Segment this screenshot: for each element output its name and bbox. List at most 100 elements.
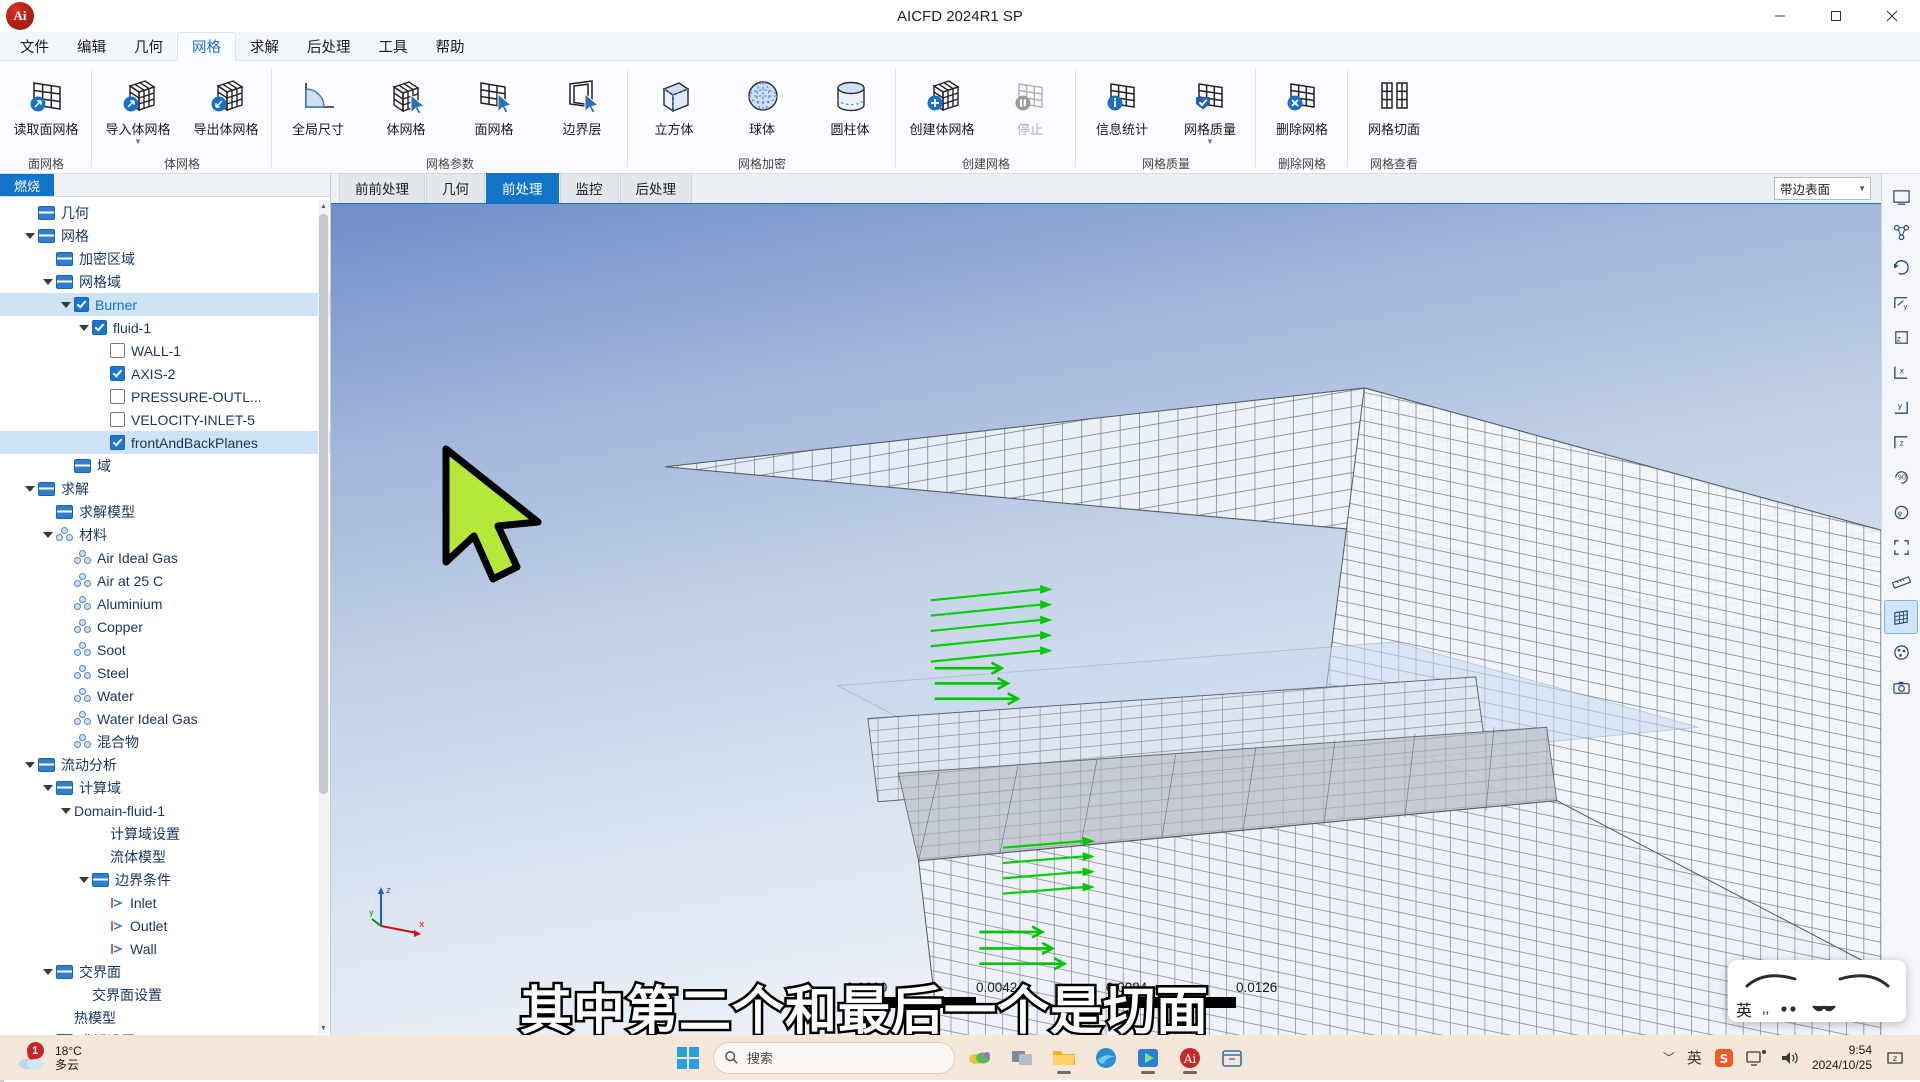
tree-node-checkbox[interactable] xyxy=(110,389,125,404)
rotate-ccw-icon[interactable]: φ xyxy=(1884,495,1918,529)
tree-node[interactable]: Air at 25 C xyxy=(0,569,330,592)
tree-node[interactable]: 计算域 xyxy=(0,776,330,799)
tree-node[interactable]: Wall xyxy=(0,937,330,960)
minimize-button[interactable] xyxy=(1752,0,1808,32)
maximize-button[interactable] xyxy=(1808,0,1864,32)
menu-item-tools[interactable]: 工具 xyxy=(365,32,422,60)
color-palette-icon[interactable] xyxy=(1884,635,1918,669)
menu-item-file[interactable]: 文件 xyxy=(6,32,63,60)
taskbar-weather-widget[interactable]: 1 18°C 多云 xyxy=(18,1040,82,1072)
view-xy-icon[interactable]: y xyxy=(1884,285,1918,319)
view-zx-icon[interactable]: z xyxy=(1884,320,1918,354)
rotate-view-icon[interactable] xyxy=(1884,250,1918,284)
menu-item-mesh[interactable]: 网格 xyxy=(177,32,236,61)
start-button[interactable] xyxy=(671,1041,705,1075)
tree-scroll-thumb[interactable] xyxy=(319,214,328,794)
tree-node[interactable]: 边界条件 xyxy=(0,868,330,891)
tree-expander-icon[interactable] xyxy=(22,761,38,768)
tree-node[interactable]: 计算域设置 xyxy=(0,822,330,845)
close-button[interactable] xyxy=(1864,0,1920,32)
tree-node[interactable]: 交界面设置 xyxy=(0,983,330,1006)
view-neg-z-icon[interactable]: z xyxy=(1884,425,1918,459)
tree-node[interactable]: 几何 xyxy=(0,201,330,224)
tree-expander-icon[interactable] xyxy=(40,278,56,285)
tree-expander-icon[interactable] xyxy=(76,324,92,331)
tree-node[interactable]: Inlet xyxy=(0,891,330,914)
model-tree[interactable]: 几何 网格 加密区域 网格域 Burner fluid-1 WALL-1 AXIS-2 PRES… xyxy=(0,197,330,1036)
read-surface-mesh-button[interactable]: 读取面网格 xyxy=(2,67,90,138)
media-player-icon[interactable] xyxy=(1131,1041,1165,1075)
tree-node[interactable]: 混合物 xyxy=(0,730,330,753)
boundary-layer-button[interactable]: 边界层 xyxy=(538,67,626,138)
tab-preprocess[interactable]: 前处理 xyxy=(486,173,559,203)
tree-node[interactable]: Air Ideal Gas xyxy=(0,546,330,569)
tree-node-checkbox[interactable] xyxy=(74,297,89,312)
tree-expander-icon[interactable] xyxy=(76,876,92,883)
import-volume-mesh-button[interactable]: 导入体网格 ▼ xyxy=(94,67,182,146)
mesh-quality-caret-icon[interactable]: ▼ xyxy=(1206,138,1214,146)
tree-node[interactable]: 流体模型 xyxy=(0,845,330,868)
tree-scroll-down-icon[interactable]: ▼ xyxy=(318,1022,329,1034)
tab-geometry[interactable]: 几何 xyxy=(426,173,485,203)
view-mode-dropdown[interactable]: 带边表面 ▼ xyxy=(1774,177,1871,200)
tab-postprocess[interactable]: 后处理 xyxy=(619,173,692,203)
aicfd-app-icon[interactable]: Ai xyxy=(1173,1041,1207,1075)
tree-node[interactable]: Steel xyxy=(0,661,330,684)
screenshot-icon[interactable] xyxy=(1884,670,1918,704)
rotate-90-icon[interactable]: 90 xyxy=(1884,460,1918,494)
tree-expander-icon[interactable] xyxy=(40,784,56,791)
stop-mesh-button[interactable]: 停止 xyxy=(986,67,1074,138)
tree-expander-icon[interactable] xyxy=(22,232,38,239)
menu-item-geometry[interactable]: 几何 xyxy=(120,32,177,60)
mesh-section-button[interactable]: 网格切面 xyxy=(1350,67,1438,138)
tree-node[interactable]: Outlet xyxy=(0,914,330,937)
view-neg-x-icon[interactable]: x xyxy=(1884,355,1918,389)
tree-node[interactable]: Soot xyxy=(0,638,330,661)
refine-sphere-button[interactable]: 球体 xyxy=(718,67,806,138)
tree-node[interactable]: 网格 xyxy=(0,224,330,247)
file-explorer-icon[interactable] xyxy=(1047,1041,1081,1075)
task-view-icon[interactable] xyxy=(1005,1041,1039,1075)
network-icon[interactable] xyxy=(1746,1049,1768,1067)
tree-expander-icon[interactable] xyxy=(58,807,74,814)
tree-node[interactable]: Burner xyxy=(0,293,330,316)
ime-floating-popup[interactable]: 英 ‚‚ xyxy=(1728,960,1906,1022)
tree-expander-icon[interactable] xyxy=(22,485,38,492)
tree-expander-icon[interactable] xyxy=(40,531,56,538)
tree-node[interactable]: 交界面 xyxy=(0,960,330,983)
mesh-info-button[interactable]: 信息统计 xyxy=(1078,67,1166,138)
widgets-icon[interactable] xyxy=(963,1041,997,1075)
notifications-icon[interactable]: z xyxy=(1884,1048,1906,1068)
tree-node[interactable]: 求解模型 xyxy=(0,500,330,523)
tree-node-checkbox[interactable] xyxy=(92,320,107,335)
refine-cube-button[interactable]: 立方体 xyxy=(630,67,718,138)
tree-node[interactable]: 热模型 xyxy=(0,1006,330,1029)
volume-mesh-button[interactable]: 体网格 xyxy=(362,67,450,138)
tree-node[interactable]: Aluminium xyxy=(0,592,330,615)
ime-language-indicator[interactable]: 英 xyxy=(1687,1047,1702,1068)
tree-node[interactable]: WALL-1 xyxy=(0,339,330,362)
tab-monitor[interactable]: 监控 xyxy=(559,173,619,203)
import-volume-mesh-caret-icon[interactable]: ▼ xyxy=(134,138,142,146)
tree-node[interactable]: frontAndBackPlanes xyxy=(0,431,330,454)
ime-mode-label[interactable]: 英 xyxy=(1736,997,1752,1021)
tree-node[interactable]: 加密区域 xyxy=(0,247,330,270)
delete-mesh-button[interactable]: 删除网格 xyxy=(1258,67,1346,138)
tree-scroll-up-icon[interactable]: ▲ xyxy=(318,200,329,212)
node-select-icon[interactable] xyxy=(1884,215,1918,249)
tree-node[interactable]: PRESSURE-OUTL... xyxy=(0,385,330,408)
tree-expander-icon[interactable] xyxy=(58,301,74,308)
menu-item-help[interactable]: 帮助 xyxy=(422,32,479,60)
tree-node[interactable]: fluid-1 xyxy=(0,316,330,339)
tree-node[interactable]: VELOCITY-INLET-5 xyxy=(0,408,330,431)
tab-pre-pre-process[interactable]: 前前处理 xyxy=(339,173,425,203)
project-tab-burner[interactable]: 燃烧 xyxy=(0,174,55,196)
render-canvas[interactable]: z x y 0.0000 0.0042 0.0084 0.0126 xyxy=(331,204,1881,1036)
view-neg-y-icon[interactable]: y xyxy=(1884,390,1918,424)
tree-node[interactable]: Water xyxy=(0,684,330,707)
taskbar-clock[interactable]: 9:54 2024/10/25 xyxy=(1812,1043,1872,1073)
tree-node-checkbox[interactable] xyxy=(110,412,125,427)
surface-mesh-button[interactable]: 面网格 xyxy=(450,67,538,138)
refine-cylinder-button[interactable]: 圆柱体 xyxy=(806,67,894,138)
tree-node[interactable]: 流动分析 xyxy=(0,753,330,776)
